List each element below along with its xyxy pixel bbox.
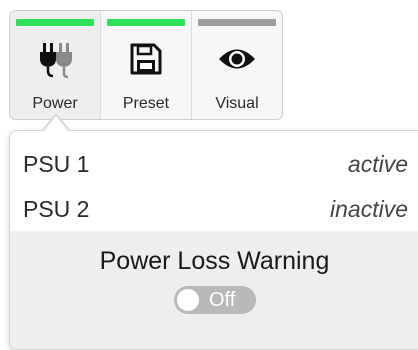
psu-row-1: PSU 1 active [23, 144, 408, 184]
eye-icon [215, 37, 259, 81]
toggle-knob [177, 289, 199, 311]
visual-button[interactable]: Visual [192, 11, 282, 119]
preset-button[interactable]: Preset [101, 11, 192, 119]
psu-2-status: inactive [330, 195, 408, 222]
toggle-label: Off [209, 288, 236, 311]
power-status-bar [16, 19, 94, 26]
psu-1-name: PSU 1 [23, 150, 90, 177]
toolbar: Power Preset Visual [9, 10, 283, 120]
power-button[interactable]: Power [10, 11, 101, 119]
preset-status-bar [107, 19, 185, 26]
psu-1-status: active [347, 150, 408, 177]
power-popover: PSU 1 active PSU 2 inactive Power Loss W… [9, 130, 418, 350]
psu-2-name: PSU 2 [23, 195, 90, 222]
power-loss-warning-section: Power Loss Warning Off [10, 231, 418, 349]
power-loss-warning-toggle[interactable]: Off [174, 286, 256, 314]
power-plugs-icon [33, 37, 77, 81]
psu-row-2: PSU 2 inactive [23, 189, 408, 229]
preset-button-label: Preset [122, 95, 170, 112]
power-button-label: Power [32, 95, 78, 112]
power-loss-warning-title: Power Loss Warning [99, 247, 330, 275]
visual-status-bar [198, 19, 276, 26]
popover-arrow-fill [43, 116, 69, 132]
floppy-disk-icon [124, 37, 168, 81]
visual-button-label: Visual [215, 95, 259, 112]
